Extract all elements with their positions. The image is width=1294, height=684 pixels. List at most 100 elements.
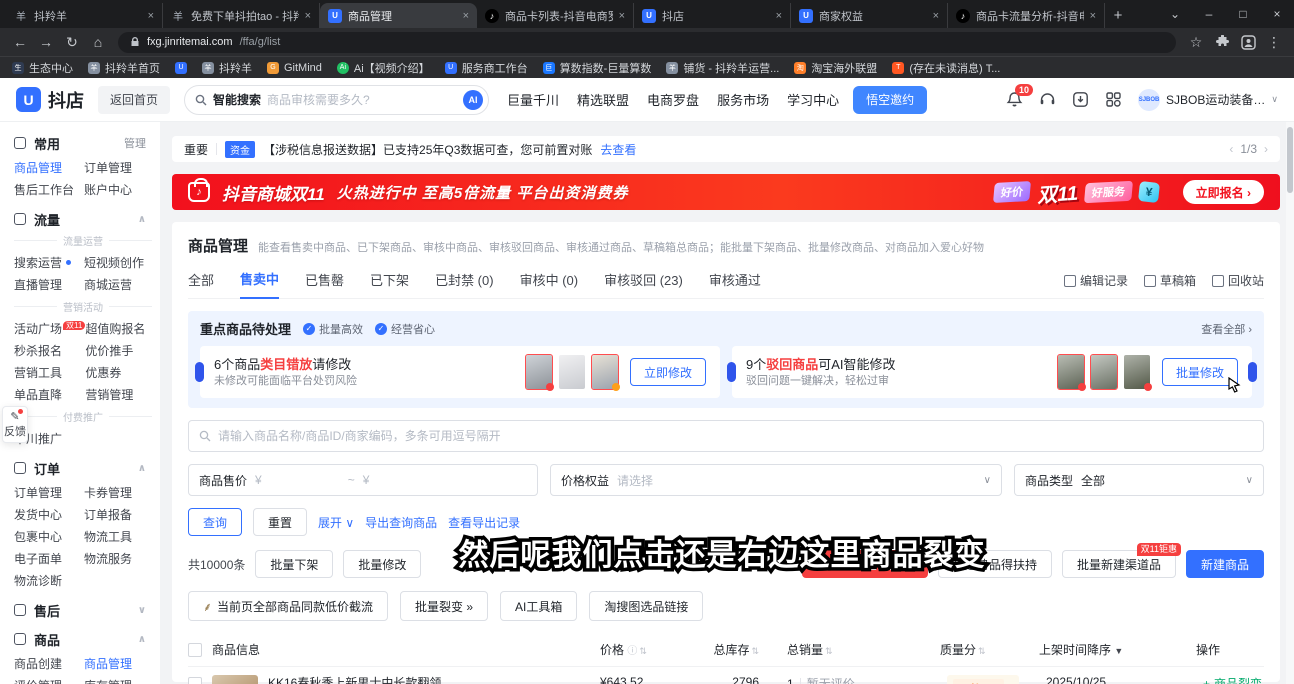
smart-search-input[interactable]: 智能搜索 商品审核需要多久? AI xyxy=(184,85,489,115)
col-quality[interactable]: 质量分⇅ xyxy=(930,641,1035,658)
sidebar-item-card-coupon[interactable]: 卡券管理 xyxy=(84,485,154,502)
sidebar-item-order-manage2[interactable]: 订单管理 xyxy=(14,485,84,502)
col-price[interactable]: 价格 ⓘ⇅ xyxy=(600,641,688,658)
new-tab-button[interactable]: + xyxy=(1105,3,1131,28)
fund-badge[interactable]: 资金 xyxy=(225,141,255,158)
sidebar-section-aftersale[interactable]: 售后∨ xyxy=(14,601,154,619)
download-icon[interactable] xyxy=(1072,91,1090,109)
sidebar-item-product-manage2[interactable]: 商品管理 xyxy=(84,656,154,673)
row-checkbox[interactable] xyxy=(188,677,202,684)
bookmark[interactable]: 生生态中心 xyxy=(12,60,73,76)
bookmark[interactable]: T(存在未读消息) T... xyxy=(892,60,1000,76)
nav-learning[interactable]: 学习中心 xyxy=(787,90,839,109)
close-icon[interactable]: × xyxy=(619,10,625,22)
back-icon[interactable]: ← xyxy=(8,30,32,54)
browser-tab[interactable]: U抖店× xyxy=(634,3,791,28)
sidebar-item-account-center[interactable]: 账户中心 xyxy=(84,182,154,199)
bell-icon[interactable]: 10 xyxy=(1006,91,1024,109)
select-all-checkbox[interactable] xyxy=(188,643,202,657)
batch-fix-button[interactable]: 批量修改 xyxy=(1162,358,1238,386)
customer-service-icon[interactable] xyxy=(1039,91,1057,109)
next-icon[interactable]: › xyxy=(1264,142,1268,156)
window-minimize-icon[interactable]: – xyxy=(1192,0,1226,28)
taosou-link-button[interactable]: 淘搜图选品链接 xyxy=(589,591,703,621)
tab-soldout[interactable]: 已售罄 xyxy=(305,270,344,298)
sidebar-item-logistics-service[interactable]: 物流服务 xyxy=(84,551,154,568)
close-icon[interactable]: × xyxy=(463,10,469,22)
browser-tab-active[interactable]: U商品管理× xyxy=(320,3,477,28)
bookmark[interactable]: U服务商工作台 xyxy=(445,60,528,76)
forward-icon[interactable]: → xyxy=(34,30,58,54)
product-title-line1[interactable]: KK16春秋季上新男士中长款翻领 xyxy=(268,675,446,684)
product-thumb[interactable] xyxy=(1124,355,1150,389)
bookmark-star-icon[interactable]: ☆ xyxy=(1184,30,1208,54)
recycle-bin-link[interactable]: 回收站 xyxy=(1212,272,1264,289)
sidebar-item-review-manage[interactable]: 评价管理 xyxy=(14,678,84,684)
create-product-button[interactable]: 新建商品 xyxy=(1186,550,1264,578)
sidebar-item-logistics-tools[interactable]: 物流工具 xyxy=(84,529,154,546)
scrollbar-thumb[interactable] xyxy=(1287,127,1293,193)
close-icon[interactable]: × xyxy=(305,10,311,22)
sidebar-item-aftersale-workbench[interactable]: 售后工作台 xyxy=(14,182,84,199)
bookmark[interactable]: AiAi【视频介绍】 xyxy=(337,60,430,76)
sidebar-item-package-center[interactable]: 包裹中心 xyxy=(14,529,84,546)
back-home-button[interactable]: 返回首页 xyxy=(98,86,170,114)
nav-service-market[interactable]: 服务市场 xyxy=(717,90,769,109)
workbench-grid-icon[interactable] xyxy=(1105,91,1123,109)
double11-banner[interactable]: ♪ 抖音商城双11 火热进行中 至高5倍流量 平台出资消费券 好价 双11 好服… xyxy=(172,174,1280,210)
manage-link[interactable]: 管理 xyxy=(124,135,154,151)
sidebar-item-value-buy[interactable]: 超值购报名 xyxy=(85,321,154,338)
sidebar-item-marketing-manage[interactable]: 营销管理 xyxy=(85,387,154,404)
product-thumb[interactable] xyxy=(1058,355,1084,389)
price-max-input[interactable] xyxy=(377,473,447,488)
bookmark[interactable]: 羊铺货 - 抖羚羊运营... xyxy=(666,60,779,76)
batch-offshelf-button[interactable]: 批量下架 xyxy=(255,550,333,578)
draft-box-link[interactable]: 草稿箱 xyxy=(1144,272,1196,289)
nav-jingxuan[interactable]: 精选联盟 xyxy=(577,90,629,109)
sidebar-section-order[interactable]: 订单∧ xyxy=(14,459,154,477)
browser-tab[interactable]: ♪商品卡流量分析-抖音电商罗盘× xyxy=(948,3,1105,28)
bookmark[interactable]: U xyxy=(175,62,187,74)
product-thumb[interactable] xyxy=(559,355,585,389)
carousel-prev-handle[interactable] xyxy=(195,362,204,382)
browser-tab[interactable]: U商家权益× xyxy=(791,3,948,28)
wukong-invite-button[interactable]: 悟空邀约 xyxy=(853,86,927,114)
tab-banned[interactable]: 已封禁 (0) xyxy=(435,270,494,298)
sidebar-item-price-promoter[interactable]: 优价推手 xyxy=(85,343,154,360)
sidebar-item-single-discount[interactable]: 单品直降 xyxy=(14,387,85,404)
sidebar-item-live-manage[interactable]: 直播管理 xyxy=(14,277,84,294)
batch-channel-button[interactable]: 批量新建渠道品双11钜惠 xyxy=(1062,550,1176,578)
prev-icon[interactable]: ‹ xyxy=(1229,142,1233,156)
carousel-prev-handle[interactable] xyxy=(727,362,736,382)
edit-record-link[interactable]: 编辑记录 xyxy=(1064,272,1128,289)
reload-icon[interactable]: ↻ xyxy=(60,30,84,54)
doudian-logo[interactable]: U 抖店 xyxy=(16,87,84,113)
sidebar-item-mall-ops[interactable]: 商城运营 xyxy=(84,277,154,294)
product-thumb[interactable] xyxy=(1091,355,1117,389)
window-maximize-icon[interactable]: □ xyxy=(1226,0,1260,28)
ai-badge-icon[interactable]: AI xyxy=(463,90,483,110)
batch-fission-button[interactable]: 批量裂变 » xyxy=(400,591,488,621)
ai-toolbox-button[interactable]: AI工具箱 xyxy=(500,591,577,621)
tab-rejected[interactable]: 审核驳回 (23) xyxy=(604,270,683,298)
nav-compass[interactable]: 电商罗盘 xyxy=(647,90,699,109)
sidebar-item-stock-manage[interactable]: 库存管理 xyxy=(84,678,154,684)
home-icon[interactable]: ⌂ xyxy=(86,30,110,54)
tab-all[interactable]: 全部 xyxy=(188,270,214,298)
col-stock[interactable]: 总库存⇅ xyxy=(688,641,773,658)
url-input[interactable]: fxg.jinritemai.com/ffa/g/list xyxy=(118,32,1176,53)
sidebar-item-order-manage[interactable]: 订单管理 xyxy=(84,160,154,177)
sidebar-item-order-report[interactable]: 订单报备 xyxy=(84,507,154,524)
low-price-follow-button[interactable]: ⸙当前页全部商品同款低价截流 xyxy=(188,591,388,621)
close-icon[interactable]: × xyxy=(1090,10,1096,22)
sidebar-item-coupon[interactable]: 优惠券 xyxy=(85,365,154,382)
export-history-link[interactable]: 查看导出记录 xyxy=(448,514,520,531)
profile-icon[interactable] xyxy=(1236,30,1260,54)
clear-material-button[interactable]: 一键清空全部素材 xyxy=(802,550,928,578)
sidebar-item-search-ops[interactable]: 搜索运营 xyxy=(14,255,84,272)
reset-button[interactable]: 重置 xyxy=(253,508,307,536)
browser-tab[interactable]: 羊抖羚羊× xyxy=(6,3,163,28)
browser-menu-icon[interactable]: ⋮ xyxy=(1262,30,1286,54)
notice-view-link[interactable]: 去查看 xyxy=(600,141,636,158)
sidebar-item-activity-plaza[interactable]: 活动广场双11 xyxy=(14,321,85,338)
